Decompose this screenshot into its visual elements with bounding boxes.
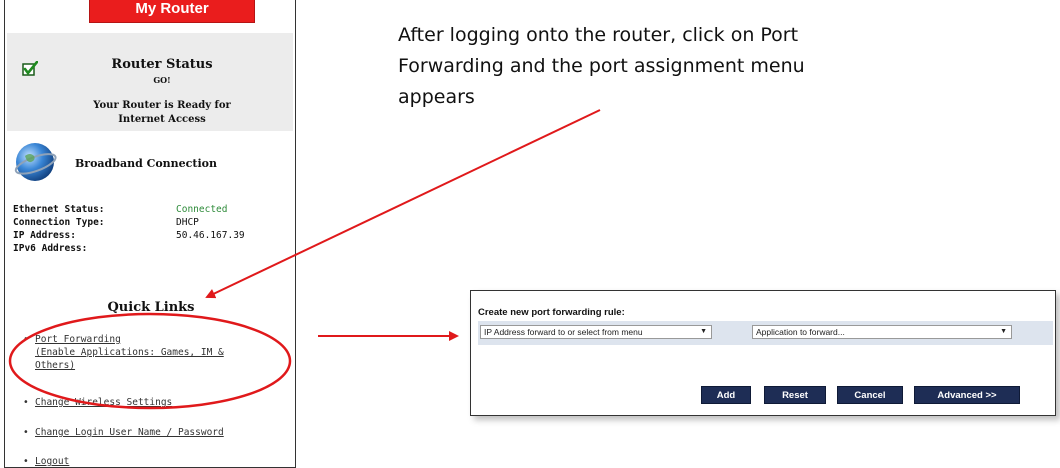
router-status-sub: GO! [153, 75, 171, 85]
chevron-down-icon: ▼ [700, 328, 707, 335]
info-label: IPv6 Address: [13, 243, 88, 254]
broadband-connection-title: Broadband Connection [75, 157, 217, 170]
ethernet-status-row: Ethernet Status: Connected [13, 204, 273, 216]
pf-selection-row: IP Address forward to or select from men… [478, 321, 1053, 345]
application-select[interactable]: Application to forward... ▼ [752, 325, 1012, 339]
info-label: Ethernet Status: [13, 204, 105, 215]
chevron-down-icon: ▼ [1000, 328, 1007, 335]
instruction-text: After logging onto the router, click on … [398, 20, 938, 113]
pf-form-title: Create new port forwarding rule: [478, 307, 625, 318]
router-ready-line-2: Internet Access [118, 114, 206, 125]
change-login-link[interactable]: Change Login User Name / Password [35, 427, 224, 438]
info-label: Connection Type: [13, 217, 105, 228]
router-status-box: Router Status GO! Your Router is Ready f… [7, 33, 293, 131]
connection-type-row: Connection Type: DHCP [13, 217, 273, 229]
change-wireless-settings-link[interactable]: Change Wireless Settings [35, 397, 172, 408]
instruction-line-1: After logging onto the router, click on … [398, 24, 799, 46]
info-label: IP Address: [13, 230, 76, 241]
cancel-button[interactable]: Cancel [837, 386, 903, 404]
bullet: • [23, 427, 29, 438]
instruction-line-3: appears [398, 86, 475, 108]
router-status-title: Router Status [111, 57, 213, 72]
application-select-value: Application to forward... [756, 327, 845, 337]
info-value: Connected [176, 204, 228, 215]
ip-address-select[interactable]: IP Address forward to or select from men… [480, 325, 712, 339]
quick-link-login[interactable]: • Change Login User Name / Password [23, 426, 224, 439]
my-router-header[interactable]: My Router [89, 0, 255, 23]
router-status-panel: My Router Router Status GO! Your Router … [4, 0, 296, 468]
port-forwarding-link[interactable]: Port Forwarding [35, 334, 121, 345]
bullet: • [23, 334, 29, 345]
ipv6-address-row: IPv6 Address: [13, 243, 273, 255]
quick-link-wireless[interactable]: • Change Wireless Settings [23, 396, 172, 409]
ip-address-row: IP Address: 50.46.167.39 [13, 230, 273, 242]
ip-address-select-value: IP Address forward to or select from men… [484, 327, 643, 337]
quick-links-title: Quick Links [107, 300, 195, 315]
advanced-button[interactable]: Advanced >> [914, 386, 1020, 404]
quick-link-port-forwarding[interactable]: • Port Forwarding (Enable Applications: … [23, 333, 224, 372]
port-forwarding-link-desc-2[interactable]: Others) [35, 360, 75, 371]
add-button[interactable]: Add [701, 386, 751, 404]
bullet: • [23, 456, 29, 467]
info-value: 50.46.167.39 [176, 230, 245, 241]
logout-link[interactable]: Logout [35, 456, 69, 467]
reset-button[interactable]: Reset [764, 386, 826, 404]
instruction-line-2: Forwarding and the port assignment menu [398, 55, 805, 77]
bullet: • [23, 397, 29, 408]
check-icon [22, 61, 38, 76]
globe-icon [14, 143, 57, 181]
router-ready-line-1: Your Router is Ready for [93, 100, 231, 111]
quick-link-logout[interactable]: • Logout [23, 455, 69, 468]
port-forwarding-link-desc[interactable]: (Enable Applications: Games, IM & [35, 347, 224, 358]
info-value: DHCP [176, 217, 199, 228]
router-ready-message: Your Router is Ready for Internet Access [47, 99, 277, 127]
port-forwarding-panel: Create new port forwarding rule: IP Addr… [470, 290, 1056, 416]
